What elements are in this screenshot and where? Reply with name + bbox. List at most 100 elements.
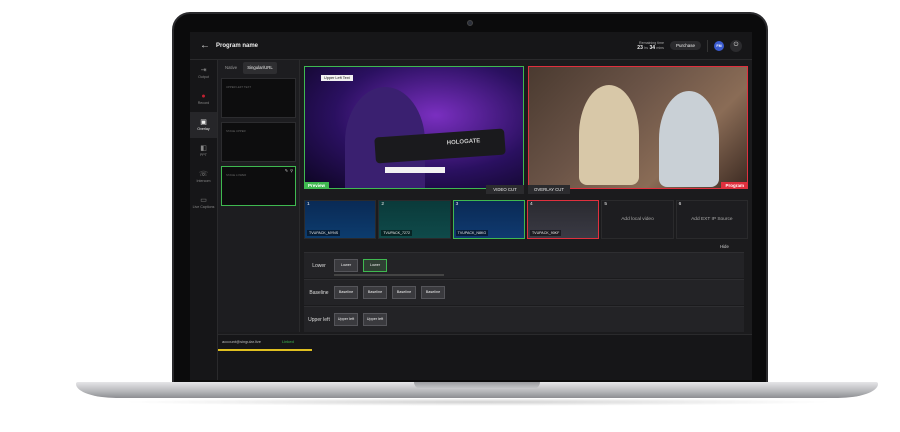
hide-toggle[interactable]: Hide — [720, 244, 729, 249]
account-email: account@singular.live — [222, 339, 261, 344]
source-name: TVUPACK_MYNS — [307, 230, 341, 236]
stage: ← Program name Remaining time 23 hs 34 m… — [0, 0, 900, 432]
gamer-right-image — [659, 91, 719, 187]
webcam — [467, 20, 473, 26]
source-number: 3 — [455, 202, 459, 207]
baseline-chip[interactable]: Baseline — [363, 286, 387, 299]
top-right: Remaining time 23 hs 34 mins Purchase FM… — [637, 39, 742, 52]
back-arrow-icon[interactable]: ← — [194, 40, 216, 51]
thumb-title: STAGE UPPER — [226, 129, 246, 133]
nav-label: Overlay — [197, 127, 210, 131]
overlay-row-baseline: Baseline Baseline Baseline Baseline Base… — [304, 279, 744, 305]
nav-item-intercom[interactable]: ☏ Intercom — [190, 164, 217, 190]
row-label: Baseline — [309, 289, 329, 296]
laptop-notch — [414, 382, 540, 389]
remaining-mins: 34 — [649, 44, 655, 51]
preview-tag: Preview — [305, 182, 330, 188]
captions-icon: ▭ — [200, 197, 207, 204]
power-icon[interactable]: ⏻ — [730, 39, 742, 52]
add-ext-ip-tile[interactable]: 6 Add EXT IP Source — [675, 200, 748, 239]
overlay-row-upper-left: Upper left Upper left Upper left — [304, 306, 744, 332]
overlay-row-lower: Lower Lower Lower — [304, 252, 744, 278]
record-icon: ● — [201, 93, 206, 100]
overlay-cut-button[interactable]: OVERLAY CUT — [528, 185, 570, 194]
nav-item-live-captions[interactable]: ▭ Live Captions — [190, 190, 217, 216]
program-monitor[interactable]: Program — [528, 66, 748, 189]
source-number: 1 — [307, 202, 310, 207]
left-nav: ⇥ Output ● Record ▣ Overlay ◧ PPT ☏ Intercom … — [190, 60, 218, 380]
nav-label: Intercom — [196, 179, 211, 183]
overlay-tabs: Native Singular/URL — [221, 62, 296, 74]
add-ext-ip-label: Add EXT IP Source — [691, 217, 733, 222]
remaining-hours: 23 — [637, 44, 643, 51]
source-tile-preview[interactable]: 3 TVUPACK_N8KG — [452, 200, 525, 239]
app-screen: ← Program name Remaining time 23 hs 34 m… — [190, 32, 752, 380]
gun-text: HOLOGATE — [446, 138, 481, 147]
lower-third-overlay — [385, 167, 445, 173]
status-bar — [218, 349, 312, 351]
remaining-hours-unit: hs — [644, 45, 649, 50]
ppt-icon: ◧ — [200, 145, 207, 152]
program-name[interactable]: Program name — [216, 43, 258, 49]
baseline-chip[interactable]: Baseline — [334, 286, 358, 299]
overlay-panel: Native Singular/URL UPPER LEFT TEXT STAG… — [218, 60, 300, 332]
nav-item-overlay[interactable]: ▣ Overlay — [190, 112, 217, 138]
divider — [707, 39, 708, 52]
nav-label: Output — [198, 75, 209, 79]
source-number: 5 — [604, 202, 607, 207]
source-name: TVUPACK_90KF — [529, 230, 562, 236]
nav-label: PPT — [200, 153, 207, 157]
preview-monitor[interactable]: HOLOGATE Upper Left Text Preview — [304, 66, 524, 189]
baseline-chip[interactable]: Baseline — [421, 286, 445, 299]
source-name: TVUPACK_N8KG — [455, 230, 489, 236]
upper-left-text-overlay: Upper Left Text — [321, 75, 353, 81]
purchase-button[interactable]: Purchase — [669, 41, 701, 50]
thumb-actions: ✎ ⚲ — [285, 168, 293, 173]
link-icon[interactable]: ⚲ — [290, 168, 293, 173]
link-status: Linked — [282, 339, 294, 344]
upper-left-chip[interactable]: Upper left — [334, 313, 358, 326]
thumb-title: STAGE LOWER — [226, 173, 247, 177]
source-number: 6 — [678, 202, 682, 207]
nav-item-ppt[interactable]: ◧ PPT — [190, 138, 217, 164]
nav-item-record[interactable]: ● Record — [190, 86, 217, 112]
remaining-time: Remaining time 23 hs 34 mins — [637, 41, 664, 51]
nav-label: Record — [197, 101, 210, 105]
source-strip: 1 TVUPACK_MYNS 2 TVUPACK_7272 3 TVUPACK_N8K… — [304, 200, 748, 239]
lower-chip[interactable]: Lower — [334, 259, 358, 272]
baseline-chip[interactable]: Baseline — [392, 286, 416, 299]
source-tile[interactable]: 2 TVUPACK_7272 — [378, 200, 451, 239]
remaining-mins-unit: mins — [656, 45, 664, 50]
upper-left-chip[interactable]: Upper left — [363, 313, 387, 326]
video-cut-button[interactable]: VIDEO CUT — [486, 185, 524, 194]
nav-item-output[interactable]: ⇥ Output — [190, 60, 217, 86]
thumb-title: UPPER LEFT TEXT — [226, 85, 252, 89]
remaining-value: 23 hs 34 mins — [637, 45, 664, 51]
add-local-video-label: Add local video — [621, 217, 654, 222]
source-tile-program[interactable]: 4 TVUPACK_90KF — [526, 200, 600, 239]
nav-label: Live Captions — [192, 205, 215, 209]
top-bar: ← Program name Remaining time 23 hs 34 m… — [190, 32, 752, 60]
add-local-video-tile[interactable]: 5 Add local video — [601, 200, 674, 239]
overlay-icon: ▣ — [200, 119, 207, 126]
overlay-thumbnail-selected[interactable]: STAGE LOWER ✎ ⚲ — [221, 166, 296, 206]
row-label: Lower — [312, 262, 326, 269]
edit-icon[interactable]: ✎ — [285, 168, 288, 173]
overlay-thumbnail[interactable]: UPPER LEFT TEXT — [221, 78, 296, 118]
gamer-left-image — [579, 85, 639, 185]
avatar[interactable]: FM — [714, 40, 724, 51]
row-scrollbar[interactable] — [334, 274, 444, 276]
output-icon: ⇥ — [200, 67, 207, 74]
source-number: 4 — [529, 202, 533, 207]
source-number: 2 — [381, 202, 384, 207]
tab-singular-url[interactable]: Singular/URL — [243, 62, 277, 74]
source-tile[interactable]: 1 TVUPACK_MYNS — [304, 200, 377, 239]
phone-icon: ☏ — [199, 171, 208, 178]
row-label: Upper left — [308, 316, 330, 323]
program-tag: Program — [721, 182, 747, 188]
source-name: TVUPACK_7272 — [381, 230, 413, 236]
overlay-thumbnail[interactable]: STAGE UPPER — [221, 122, 296, 162]
lower-chip-active[interactable]: Lower — [363, 259, 387, 272]
bottom-panel: account@singular.live Linked — [218, 334, 752, 380]
tab-native[interactable]: Native — [221, 62, 241, 74]
